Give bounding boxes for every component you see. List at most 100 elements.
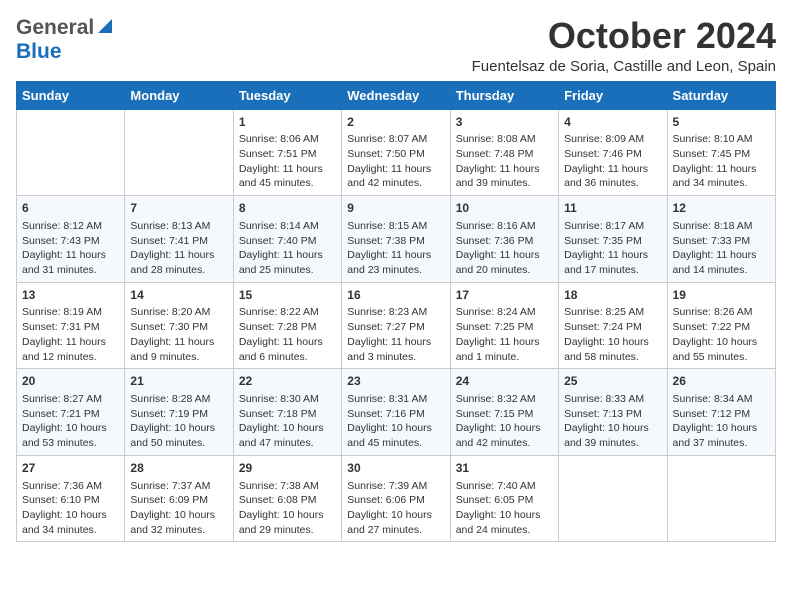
sunrise: Sunrise: 8:17 AM <box>564 220 644 232</box>
day-number: 11 <box>564 200 661 217</box>
sunset: Sunset: 7:40 PM <box>239 235 317 247</box>
day-cell: 22Sunrise: 8:30 AMSunset: 7:18 PMDayligh… <box>233 369 341 456</box>
day-number: 16 <box>347 287 444 304</box>
sunset: Sunset: 7:12 PM <box>673 408 751 420</box>
daylight: Daylight: 10 hours and 37 minutes. <box>673 422 758 449</box>
day-cell: 9Sunrise: 8:15 AMSunset: 7:38 PMDaylight… <box>342 196 450 283</box>
sunset: Sunset: 7:51 PM <box>239 148 317 160</box>
day-cell: 16Sunrise: 8:23 AMSunset: 7:27 PMDayligh… <box>342 282 450 369</box>
sunset: Sunset: 7:16 PM <box>347 408 425 420</box>
sunset: Sunset: 7:28 PM <box>239 321 317 333</box>
sunset: Sunset: 7:22 PM <box>673 321 751 333</box>
daylight: Daylight: 11 hours and 9 minutes. <box>130 336 214 363</box>
day-cell: 21 Sunrise: 8:28 AM Sunset: 7:19 PM Dayligh… <box>125 369 233 456</box>
sunset: Sunset: 7:19 PM <box>130 408 208 420</box>
sunrise: Sunrise: 8:26 AM <box>673 306 753 318</box>
sunrise: Sunrise: 7:36 AM <box>22 480 102 492</box>
day-number: 6 <box>22 200 119 217</box>
header-day-wednesday: Wednesday <box>342 81 450 109</box>
sunset: Sunset: 7:41 PM <box>130 235 208 247</box>
day-cell: 28Sunrise: 7:37 AMSunset: 6:09 PMDayligh… <box>125 455 233 542</box>
day-cell: 26 Sunrise: 8:34 AM Sunset: 7:12 PM Dayligh… <box>667 369 775 456</box>
sunrise: Sunrise: 8:30 AM <box>239 393 319 405</box>
sunrise: Sunrise: 8:32 AM <box>456 393 536 405</box>
day-cell: 19 Sunrise: 8:26 AM Sunset: 7:22 PM Dayligh… <box>667 282 775 369</box>
day-cell <box>17 109 125 196</box>
week-row-1: 1Sunrise: 8:06 AMSunset: 7:51 PMDaylight… <box>17 109 776 196</box>
day-cell: 27Sunrise: 7:36 AMSunset: 6:10 PMDayligh… <box>17 455 125 542</box>
sunset: Sunset: 7:50 PM <box>347 148 425 160</box>
day-cell: 3Sunrise: 8:08 AMSunset: 7:48 PMDaylight… <box>450 109 558 196</box>
header-day-tuesday: Tuesday <box>233 81 341 109</box>
day-cell: 13Sunrise: 8:19 AMSunset: 7:31 PMDayligh… <box>17 282 125 369</box>
sunrise: Sunrise: 8:24 AM <box>456 306 536 318</box>
header-day-saturday: Saturday <box>667 81 775 109</box>
daylight: Daylight: 10 hours and 24 minutes. <box>456 509 541 536</box>
day-number: 27 <box>22 460 119 477</box>
daylight: Daylight: 10 hours and 34 minutes. <box>22 509 107 536</box>
sunset: Sunset: 6:05 PM <box>456 494 534 506</box>
title-area: October 2024 Fuentelsaz de Soria, Castil… <box>472 16 776 75</box>
daylight: Daylight: 10 hours and 39 minutes. <box>564 422 649 449</box>
day-number: 10 <box>456 200 553 217</box>
day-number: 28 <box>130 460 227 477</box>
sunrise: Sunrise: 7:37 AM <box>130 480 210 492</box>
daylight: Daylight: 11 hours and 45 minutes. <box>239 163 323 190</box>
day-number: 19 <box>673 287 770 304</box>
day-number: 21 <box>130 373 227 390</box>
day-cell: 29Sunrise: 7:38 AMSunset: 6:08 PMDayligh… <box>233 455 341 542</box>
day-number: 12 <box>673 200 770 217</box>
sunrise: Sunrise: 8:08 AM <box>456 133 536 145</box>
day-number: 3 <box>456 114 553 131</box>
day-number: 23 <box>347 373 444 390</box>
week-row-5: 27Sunrise: 7:36 AMSunset: 6:10 PMDayligh… <box>17 455 776 542</box>
day-number: 30 <box>347 460 444 477</box>
sunset: Sunset: 7:25 PM <box>456 321 534 333</box>
day-number: 22 <box>239 373 336 390</box>
month-title: October 2024 <box>472 16 776 56</box>
daylight: Daylight: 10 hours and 29 minutes. <box>239 509 324 536</box>
sunset: Sunset: 7:45 PM <box>673 148 751 160</box>
sunset: Sunset: 6:09 PM <box>130 494 208 506</box>
day-cell: 12Sunrise: 8:18 AMSunset: 7:33 PMDayligh… <box>667 196 775 283</box>
day-cell: 14Sunrise: 8:20 AMSunset: 7:30 PMDayligh… <box>125 282 233 369</box>
daylight: Daylight: 10 hours and 55 minutes. <box>673 336 758 363</box>
sunset: Sunset: 7:31 PM <box>22 321 100 333</box>
day-cell: 25Sunrise: 8:33 AMSunset: 7:13 PMDayligh… <box>559 369 667 456</box>
day-number: 17 <box>456 287 553 304</box>
sunrise: Sunrise: 8:18 AM <box>673 220 753 232</box>
header-day-thursday: Thursday <box>450 81 558 109</box>
day-number: 25 <box>564 373 661 390</box>
daylight: Daylight: 11 hours and 1 minute. <box>456 336 540 363</box>
sunset: Sunset: 7:30 PM <box>130 321 208 333</box>
day-number: 26 <box>673 373 770 390</box>
daylight: Daylight: 10 hours and 50 minutes. <box>130 422 215 449</box>
sunset: Sunset: 6:08 PM <box>239 494 317 506</box>
sunset: Sunset: 7:18 PM <box>239 408 317 420</box>
day-number: 20 <box>22 373 119 390</box>
day-number: 5 <box>673 114 770 131</box>
day-cell <box>125 109 233 196</box>
day-cell: 11Sunrise: 8:17 AMSunset: 7:35 PMDayligh… <box>559 196 667 283</box>
sunset: Sunset: 7:21 PM <box>22 408 100 420</box>
sunrise: Sunrise: 8:12 AM <box>22 220 102 232</box>
daylight: Daylight: 11 hours and 23 minutes. <box>347 249 431 276</box>
day-number: 4 <box>564 114 661 131</box>
sunrise: Sunrise: 7:40 AM <box>456 480 536 492</box>
header-day-sunday: Sunday <box>17 81 125 109</box>
sunset: Sunset: 6:06 PM <box>347 494 425 506</box>
day-number: 15 <box>239 287 336 304</box>
day-cell: 10Sunrise: 8:16 AMSunset: 7:36 PMDayligh… <box>450 196 558 283</box>
day-number: 13 <box>22 287 119 304</box>
day-cell: 4Sunrise: 8:09 AMSunset: 7:46 PMDaylight… <box>559 109 667 196</box>
day-cell: 6Sunrise: 8:12 AMSunset: 7:43 PMDaylight… <box>17 196 125 283</box>
sunrise: Sunrise: 8:28 AM <box>130 393 210 405</box>
sunset: Sunset: 7:38 PM <box>347 235 425 247</box>
day-cell: 1Sunrise: 8:06 AMSunset: 7:51 PMDaylight… <box>233 109 341 196</box>
sunrise: Sunrise: 8:09 AM <box>564 133 644 145</box>
day-cell: 8Sunrise: 8:14 AMSunset: 7:40 PMDaylight… <box>233 196 341 283</box>
day-cell: 15Sunrise: 8:22 AMSunset: 7:28 PMDayligh… <box>233 282 341 369</box>
sunset: Sunset: 7:27 PM <box>347 321 425 333</box>
sunrise: Sunrise: 8:34 AM <box>673 393 753 405</box>
sunrise: Sunrise: 8:22 AM <box>239 306 319 318</box>
